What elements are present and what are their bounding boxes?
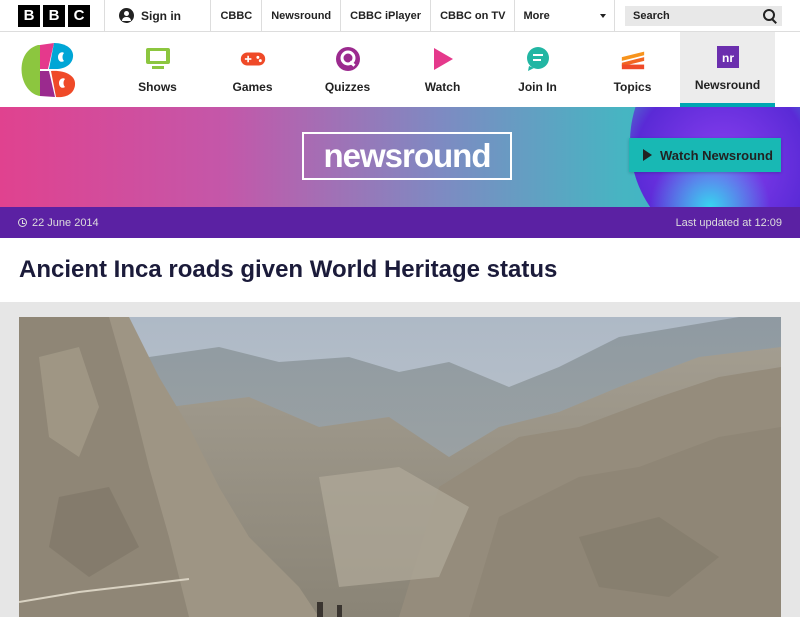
nav-item-newsround[interactable]: nr Newsround bbox=[680, 32, 775, 107]
nav-item-topics[interactable]: Topics bbox=[585, 32, 680, 107]
chevron-down-icon bbox=[600, 13, 606, 18]
mountain-valley-image bbox=[19, 317, 781, 617]
nav-item-label: Join In bbox=[518, 79, 557, 94]
article-title: Ancient Inca roads given World Heritage … bbox=[19, 256, 558, 283]
monitor-icon bbox=[145, 46, 171, 72]
chat-icon bbox=[525, 46, 551, 72]
publish-date-text: 22 June 2014 bbox=[32, 216, 99, 229]
newsround-banner: newsround Watch Newsround bbox=[0, 107, 800, 207]
quiz-icon bbox=[335, 46, 361, 72]
last-updated: Last updated at 12:09 bbox=[675, 216, 782, 229]
nav-item-join-in[interactable]: Join In bbox=[490, 32, 585, 107]
bbc-nav-cbbc-iplayer[interactable]: CBBC iPlayer bbox=[341, 0, 432, 31]
bbc-nav-cbbc[interactable]: CBBC bbox=[211, 0, 263, 31]
article-header: Ancient Inca roads given World Heritage … bbox=[0, 238, 800, 302]
bbc-top-bar: B B C Sign in CBBC Newsround CBBC iPlaye… bbox=[0, 0, 800, 32]
user-icon bbox=[119, 8, 134, 23]
bbc-nav-cbbc-on-tv[interactable]: CBBC on TV bbox=[431, 0, 516, 31]
cbbc-nav: Shows Games Quizzes Watch Join In Topics… bbox=[0, 32, 800, 107]
cbbc-nav-items: Shows Games Quizzes Watch Join In Topics… bbox=[110, 32, 775, 107]
play-icon bbox=[430, 46, 456, 72]
search-input[interactable] bbox=[631, 8, 751, 23]
nav-item-watch[interactable]: Watch bbox=[395, 32, 490, 107]
more-label: More bbox=[523, 9, 550, 22]
publish-date: 22 June 2014 bbox=[18, 217, 99, 229]
play-icon bbox=[643, 149, 652, 161]
cbbc-logo-icon bbox=[21, 42, 76, 97]
search-box bbox=[625, 5, 782, 26]
watch-newsround-label: Watch Newsround bbox=[660, 147, 773, 163]
sign-in-label: Sign in bbox=[141, 8, 181, 23]
nav-item-shows[interactable]: Shows bbox=[110, 32, 205, 107]
watch-newsround-button[interactable]: Watch Newsround bbox=[629, 138, 781, 172]
cbbc-logo[interactable] bbox=[0, 32, 110, 107]
clock-icon bbox=[18, 218, 27, 227]
nav-item-games[interactable]: Games bbox=[205, 32, 300, 107]
bbc-logo-letter: B bbox=[43, 4, 65, 27]
search-icon[interactable] bbox=[762, 8, 778, 24]
more-dropdown[interactable]: More bbox=[515, 0, 615, 31]
nav-item-quizzes[interactable]: Quizzes bbox=[300, 32, 395, 107]
nav-item-label: Topics bbox=[613, 79, 652, 94]
bbc-nav-newsround[interactable]: Newsround bbox=[262, 0, 342, 31]
nav-item-label: Quizzes bbox=[324, 79, 371, 94]
newsround-logo[interactable]: newsround bbox=[302, 132, 512, 180]
bbc-logo-letter: B bbox=[18, 4, 40, 27]
svg-text:nr: nr bbox=[722, 51, 734, 65]
bbc-logo[interactable]: B B C bbox=[0, 0, 105, 31]
date-bar: 22 June 2014 Last updated at 12:09 bbox=[0, 207, 800, 238]
nav-item-label: Shows bbox=[138, 79, 177, 94]
article-image bbox=[19, 317, 781, 617]
nav-item-label: Games bbox=[232, 79, 273, 94]
nav-item-label: Watch bbox=[424, 79, 461, 94]
sign-in-link[interactable]: Sign in bbox=[105, 0, 212, 31]
bbc-logo-letter: C bbox=[68, 4, 90, 27]
gamepad-icon bbox=[240, 46, 266, 72]
nav-item-label: Newsround bbox=[694, 77, 761, 92]
search-area bbox=[615, 0, 800, 31]
nr-icon: nr bbox=[715, 44, 741, 70]
stack-icon bbox=[620, 46, 646, 72]
